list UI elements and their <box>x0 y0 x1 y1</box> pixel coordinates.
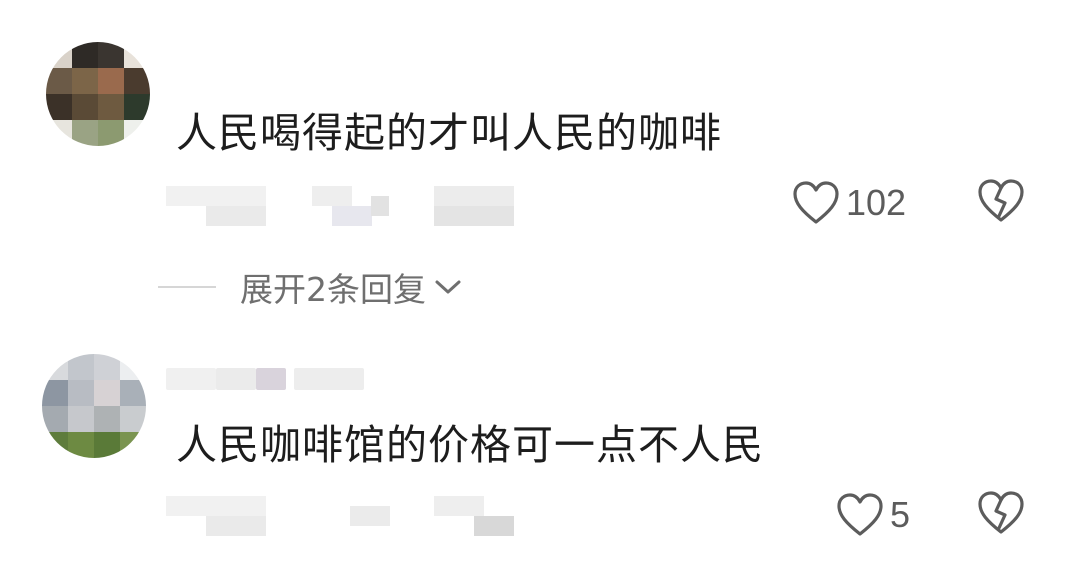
expand-replies-label: 展开2条回复 <box>240 270 426 309</box>
comment-text: 人民喝得起的才叫人民的咖啡 <box>176 109 722 157</box>
avatar[interactable] <box>42 354 146 458</box>
dislike-button[interactable] <box>976 178 1026 228</box>
like-count: 5 <box>890 494 911 535</box>
like-count: 102 <box>846 182 907 223</box>
username-blurred[interactable] <box>166 368 376 390</box>
comment-meta-blurred <box>166 496 526 536</box>
comment-text: 人民咖啡馆的价格可一点不人民 <box>176 421 764 469</box>
divider <box>158 286 216 288</box>
like-button[interactable]: 5 <box>836 490 910 540</box>
broken-heart-icon <box>978 179 1024 222</box>
avatar[interactable] <box>46 42 150 146</box>
broken-heart-icon <box>978 491 1024 534</box>
heart-outline-icon <box>793 181 839 224</box>
comment-meta-blurred <box>166 186 526 226</box>
chevron-down-icon <box>435 280 461 294</box>
dislike-button[interactable] <box>976 490 1026 540</box>
like-button[interactable]: 102 <box>792 178 906 228</box>
expand-replies-button[interactable]: 展开2条回复 <box>240 264 462 310</box>
heart-outline-icon <box>837 493 883 536</box>
